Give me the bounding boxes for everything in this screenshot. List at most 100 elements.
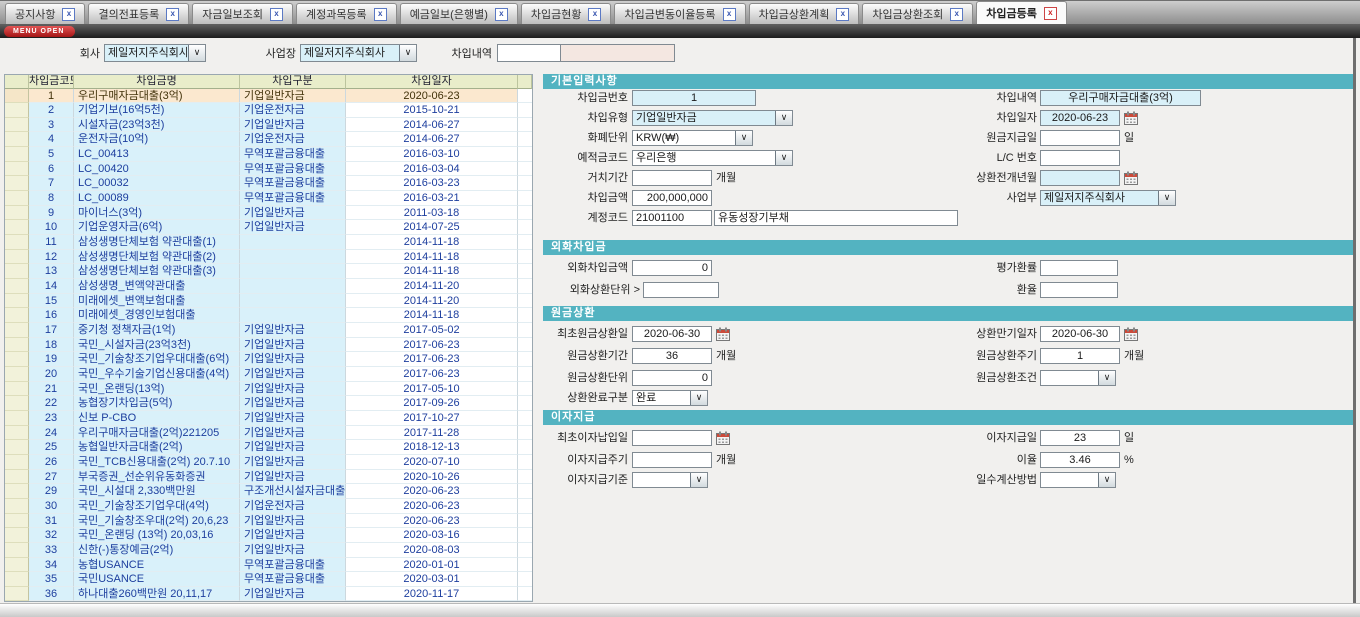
row-selector[interactable] (5, 132, 29, 147)
row-selector[interactable] (5, 440, 29, 455)
menu-open-button[interactable]: MENU OPEN (4, 26, 75, 37)
repay-cycle-input[interactable]: 1 (1040, 348, 1120, 364)
close-icon[interactable]: x (495, 8, 508, 21)
row-selector[interactable] (5, 352, 29, 367)
row-selector[interactable] (5, 103, 29, 118)
complete-type-select[interactable]: 완료 ∨ (632, 390, 708, 406)
tab-item[interactable]: 차입금상환조회x (862, 3, 973, 24)
close-icon[interactable]: x (374, 8, 387, 21)
grace-period-input[interactable] (632, 170, 712, 186)
row-selector[interactable] (5, 235, 29, 250)
interest-rate-input[interactable]: 3.46 (1040, 452, 1120, 468)
header-code[interactable]: 차입금코드 (29, 75, 74, 89)
row-selector[interactable] (5, 338, 29, 353)
tab-item[interactable]: 예금일보(은행별)x (400, 3, 518, 24)
repay-period-input[interactable]: 36 (632, 348, 712, 364)
calendar-icon[interactable] (716, 431, 731, 446)
chevron-down-icon[interactable]: ∨ (690, 472, 708, 488)
loan-table-row[interactable]: 23신보 P-CBO기업일반자금2017-10-27 (5, 411, 532, 426)
row-selector[interactable] (5, 572, 29, 587)
chevron-down-icon[interactable]: ∨ (775, 110, 793, 126)
loan-table-row[interactable]: 16미래에셋_경영인보험대출2014-11-18 (5, 308, 532, 323)
loan-table-row[interactable]: 35국민USANCE무역포괄금융대출2020-03-01 (5, 572, 532, 587)
tab-item[interactable]: 차입금변동이율등록x (614, 3, 745, 24)
tab-item-active[interactable]: 차입금등록x (976, 1, 1067, 24)
calendar-icon[interactable] (1124, 327, 1139, 342)
first-repay-date-field[interactable]: 2020-06-30 (632, 326, 712, 342)
interest-cycle-input[interactable] (632, 452, 712, 468)
pre-repay-ym-field[interactable] (1040, 170, 1120, 186)
row-selector[interactable] (5, 499, 29, 514)
loan-table-row[interactable]: 30국민_기술창조기업우대(4억)기업운전자금2020-06-23 (5, 499, 532, 514)
chevron-down-icon[interactable]: ∨ (735, 130, 753, 146)
tab-item[interactable]: 차입금상환계획x (749, 3, 860, 24)
loan-table-row[interactable]: 34농협USANCE무역포괄금융대출2020-01-01 (5, 558, 532, 573)
interest-basis-select[interactable]: ∨ (632, 472, 708, 488)
tab-item[interactable]: 공지사항x (5, 3, 85, 24)
row-selector[interactable] (5, 426, 29, 441)
account-code-input[interactable]: 21001100 (632, 210, 712, 226)
tab-item[interactable]: 자금일보조회x (192, 3, 293, 24)
row-selector[interactable] (5, 308, 29, 323)
row-selector[interactable] (5, 294, 29, 309)
chevron-down-icon[interactable]: ∨ (690, 390, 708, 406)
close-icon[interactable]: x (723, 8, 736, 21)
row-selector[interactable] (5, 367, 29, 382)
close-icon[interactable]: x (62, 8, 75, 21)
fx-amount-input[interactable]: 0 (632, 260, 712, 276)
chevron-down-icon[interactable]: ∨ (775, 150, 793, 166)
close-icon[interactable]: x (270, 8, 283, 21)
calendar-icon[interactable] (716, 327, 731, 342)
fx-repay-unit-input[interactable] (643, 282, 719, 298)
row-selector[interactable] (5, 176, 29, 191)
row-selector[interactable] (5, 264, 29, 279)
loan-table-row[interactable]: 32국민_온랜딩 (13억) 20,03,16기업일반자금2020-03-16 (5, 528, 532, 543)
chevron-down-icon[interactable]: ∨ (1158, 190, 1176, 206)
row-selector[interactable] (5, 470, 29, 485)
loan-desc-filter-input[interactable] (497, 44, 561, 62)
chevron-down-icon[interactable]: ∨ (1098, 472, 1116, 488)
interest-pay-day-input[interactable]: 23 (1040, 430, 1120, 446)
row-selector[interactable] (5, 528, 29, 543)
tab-item[interactable]: 결의전표등록x (88, 3, 189, 24)
row-selector[interactable] (5, 279, 29, 294)
row-selector[interactable] (5, 206, 29, 221)
close-icon[interactable]: x (166, 8, 179, 21)
loan-table-row[interactable]: 31국민_기술창조우대(2억) 20,6,23기업일반자금2020-06-23 (5, 514, 532, 529)
row-selector[interactable] (5, 323, 29, 338)
division-select[interactable]: 제일저지주식회사 ∨ (1040, 190, 1176, 206)
row-selector[interactable] (5, 455, 29, 470)
row-selector[interactable] (5, 543, 29, 558)
row-selector[interactable] (5, 147, 29, 162)
header-type[interactable]: 차입구분 (240, 75, 346, 89)
row-selector[interactable] (5, 514, 29, 529)
company-select[interactable]: 제일저지주식회사 ∨ (104, 44, 206, 62)
first-interest-date-input[interactable] (632, 430, 712, 446)
loan-table-row[interactable]: 36하나대출260백만원 20,11,17기업일반자금2020-11-17 (5, 587, 532, 602)
row-selector[interactable] (5, 191, 29, 206)
loan-no-field[interactable]: 1 (632, 90, 756, 106)
site-select[interactable]: 제일저지주식회사 ∨ (300, 44, 417, 62)
loan-amount-input[interactable]: 200,000,000 (632, 190, 712, 206)
close-icon[interactable]: x (1044, 7, 1057, 20)
tab-item[interactable]: 계정과목등록x (296, 3, 397, 24)
row-selector[interactable] (5, 162, 29, 177)
row-selector[interactable] (5, 220, 29, 235)
principal-pay-day-input[interactable] (1040, 130, 1120, 146)
calendar-icon[interactable] (1124, 111, 1139, 126)
row-selector[interactable] (5, 382, 29, 397)
row-selector[interactable] (5, 587, 29, 602)
loan-type-select[interactable]: 기업일반자금 ∨ (632, 110, 793, 126)
tab-item[interactable]: 차입금현황x (521, 3, 612, 24)
deposit-code-select[interactable]: 우리은행 ∨ (632, 150, 793, 166)
lc-no-input[interactable] (1040, 150, 1120, 166)
row-selector[interactable] (5, 89, 29, 104)
header-date[interactable]: 차입일자 (346, 75, 518, 89)
close-icon[interactable]: x (588, 8, 601, 21)
loan-table-row[interactable]: 11삼성생명단체보험 약관대출(1)2014-11-18 (5, 235, 532, 250)
close-icon[interactable]: x (950, 8, 963, 21)
loan-date-field[interactable]: 2020-06-23 (1040, 110, 1120, 126)
calendar-icon[interactable] (1124, 171, 1139, 186)
loan-table-row[interactable]: 33신한(-)통장예금(2억)기업일반자금2020-08-03 (5, 543, 532, 558)
chevron-down-icon[interactable]: ∨ (188, 44, 206, 62)
